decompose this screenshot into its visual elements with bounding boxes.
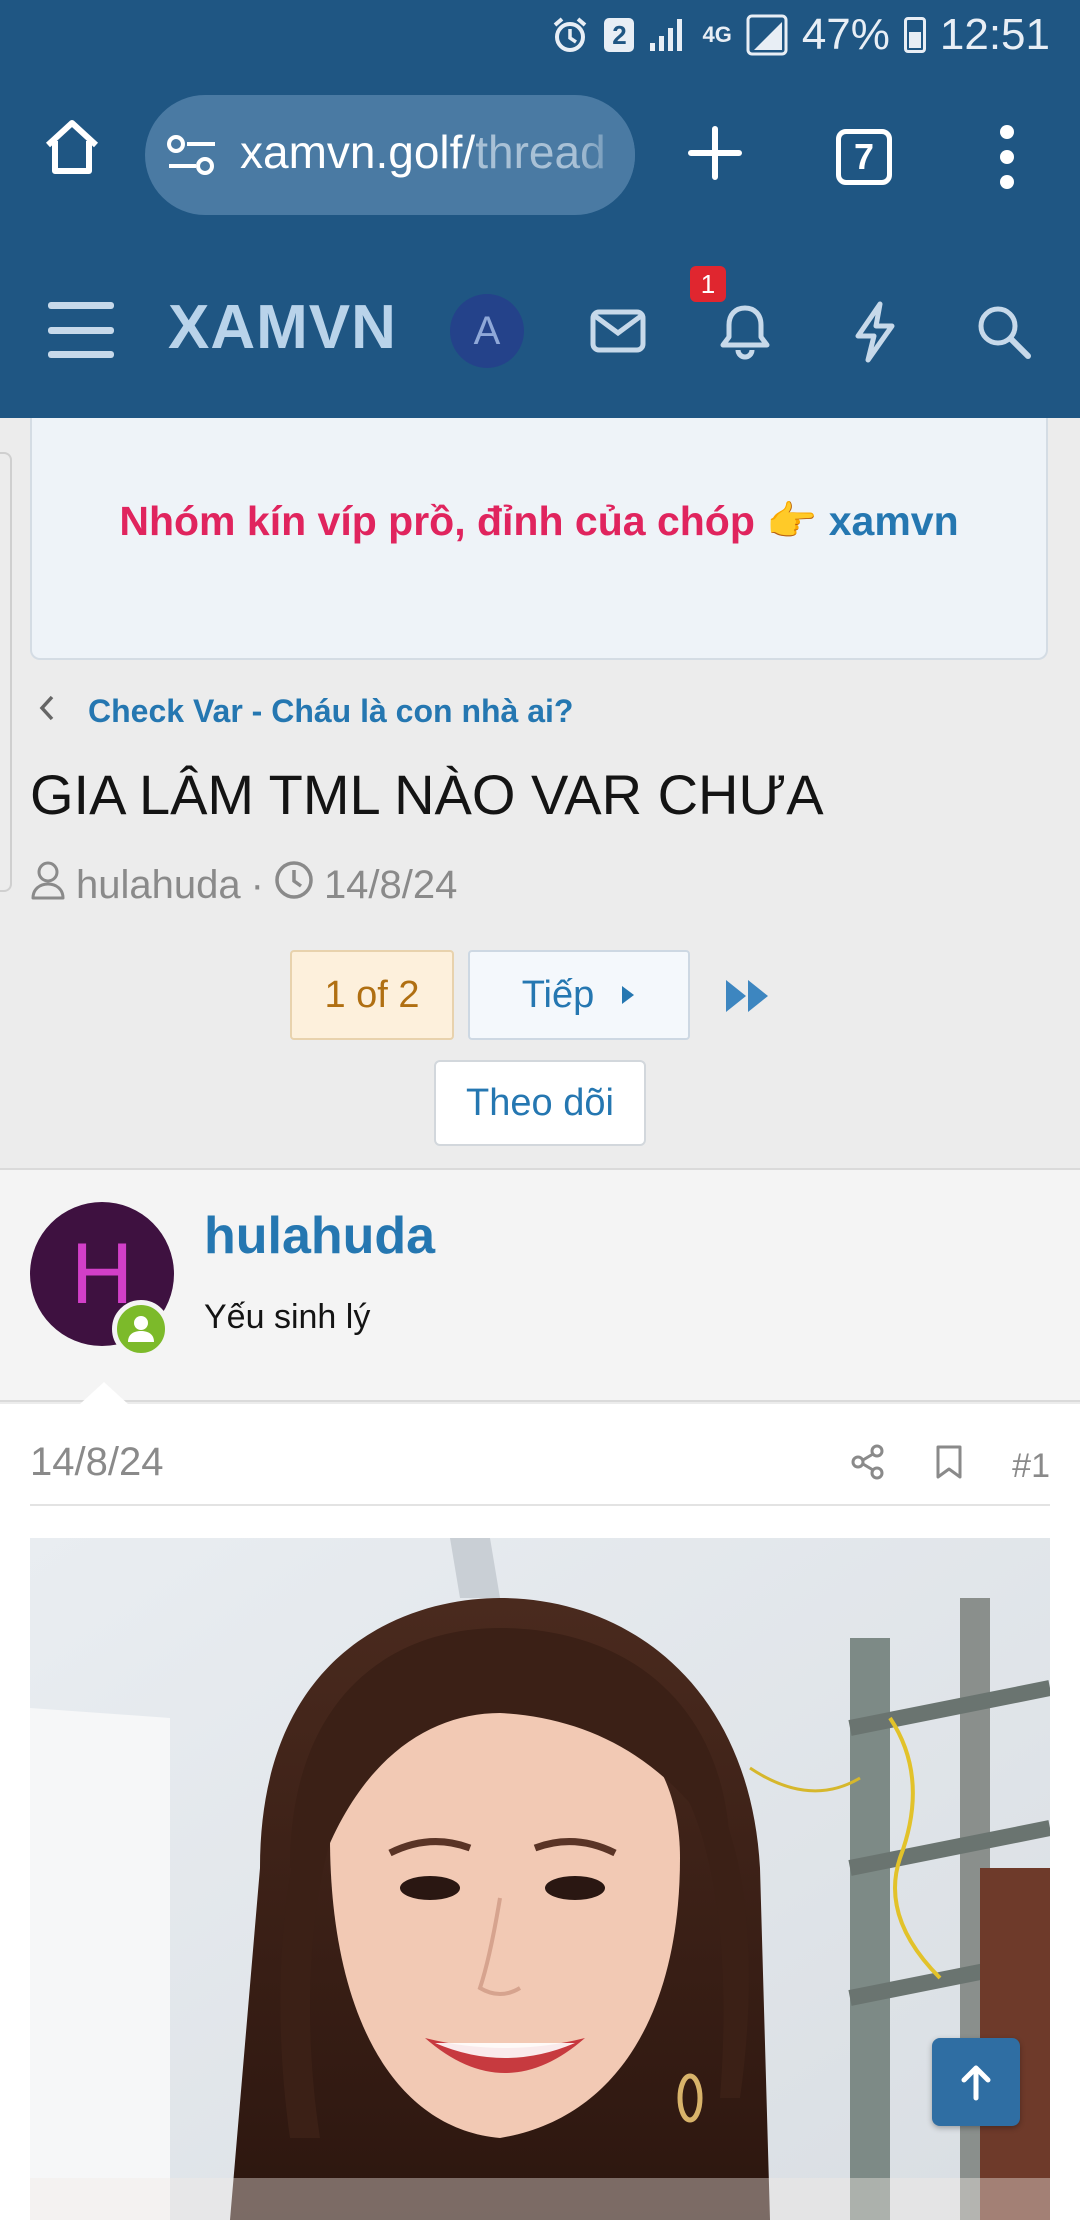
url-host: xamvn.golf/ xyxy=(240,126,476,178)
site-navbar: XAMVN A 1 xyxy=(0,266,1080,385)
pagination: 1 of 2 Tiếp xyxy=(0,950,1080,1040)
page-current[interactable]: 1 of 2 xyxy=(290,950,454,1040)
battery-icon xyxy=(903,17,926,53)
bookmark-icon[interactable] xyxy=(934,1444,964,1489)
post-date[interactable]: 14/8/24 xyxy=(30,1440,163,1485)
scroll-to-top-button[interactable] xyxy=(932,2038,1020,2126)
signal-box-icon xyxy=(746,14,788,56)
meta-separator: · xyxy=(250,862,264,907)
inbox-icon[interactable] xyxy=(585,298,651,364)
next-page-button[interactable]: Tiếp xyxy=(468,950,690,1040)
battery-percent: 47% xyxy=(801,10,890,59)
status-bar: 2 4G 47% 12:51 xyxy=(0,0,1080,70)
overflow-menu-icon[interactable] xyxy=(995,125,1019,189)
notification-badge: 1 xyxy=(690,266,726,302)
post: 14/8/24 #1 xyxy=(0,1404,1080,2220)
promo-link[interactable]: xamvn xyxy=(829,498,959,544)
post-number[interactable]: #1 xyxy=(1012,1447,1050,1486)
network-type: 4G xyxy=(702,22,732,47)
home-icon[interactable] xyxy=(40,115,104,179)
thread-meta: hulahuda · 14/8/24 xyxy=(30,860,457,910)
browser-toolbar: xamvn.golf/thread 7 xyxy=(0,95,1080,215)
chevron-left-icon xyxy=(36,690,58,732)
clock-icon xyxy=(274,860,314,910)
divider xyxy=(30,1504,1050,1506)
site-logo[interactable]: XAMVN xyxy=(168,292,397,363)
post-user-header: H hulahuda Yếu sinh lý xyxy=(0,1168,1080,1402)
app-header: 2 4G 47% 12:51 xamvn.golf/thread 7 XAMVN… xyxy=(0,0,1080,418)
follow-button[interactable]: Theo dõi xyxy=(434,1060,646,1146)
message-caret xyxy=(80,1382,128,1404)
breadcrumb-link[interactable]: Check Var - Cháu là con nhà ai? xyxy=(88,693,573,730)
whats-new-icon[interactable] xyxy=(842,298,908,364)
signal-icon xyxy=(648,17,688,53)
user-title: Yếu sinh lý xyxy=(204,1298,371,1336)
thread-date[interactable]: 14/8/24 xyxy=(324,863,457,908)
arrow-up-icon xyxy=(961,2065,991,2101)
clock: 12:51 xyxy=(939,10,1050,59)
url-text: xamvn.golf/thread xyxy=(240,125,606,179)
hamburger-menu-icon[interactable] xyxy=(48,302,114,358)
next-page-label: Tiếp xyxy=(521,973,595,1016)
new-tab-icon[interactable] xyxy=(685,123,745,183)
search-icon[interactable] xyxy=(970,298,1036,364)
breadcrumb[interactable]: Check Var - Cháu là con nhà ai? xyxy=(36,690,573,732)
promo-text: Nhóm kín víp prồ, đỉnh của chóp 👉 xamvn xyxy=(32,498,1046,546)
post-actions: #1 xyxy=(850,1444,1050,1489)
promo-notice: Nhóm kín víp prồ, đỉnh của chóp 👉 xamvn xyxy=(30,418,1048,660)
caret-right-icon xyxy=(622,986,635,1004)
alarm-icon xyxy=(550,15,590,55)
post-username[interactable]: hulahuda xyxy=(204,1206,435,1266)
account-avatar[interactable]: A xyxy=(450,294,524,368)
thread-title: GIA LÂM TML NÀO VAR CHƯA xyxy=(30,763,824,826)
side-drawer-edge xyxy=(0,452,12,892)
thread-author[interactable]: hulahuda xyxy=(76,863,241,908)
promo-message: Nhóm kín víp prồ, đỉnh của chóp 👉 xyxy=(119,498,829,544)
last-page-icon[interactable] xyxy=(720,968,776,1024)
site-settings-icon[interactable] xyxy=(167,133,217,177)
sim-badge: 2 xyxy=(604,18,635,52)
bell-icon[interactable] xyxy=(712,298,778,364)
url-bar[interactable]: xamvn.golf/thread xyxy=(145,95,635,215)
tab-switcher-button[interactable]: 7 xyxy=(836,129,892,185)
share-icon[interactable] xyxy=(850,1444,886,1489)
post-image[interactable] xyxy=(30,1538,1050,2220)
online-status-icon xyxy=(112,1300,170,1358)
user-icon xyxy=(30,860,66,910)
